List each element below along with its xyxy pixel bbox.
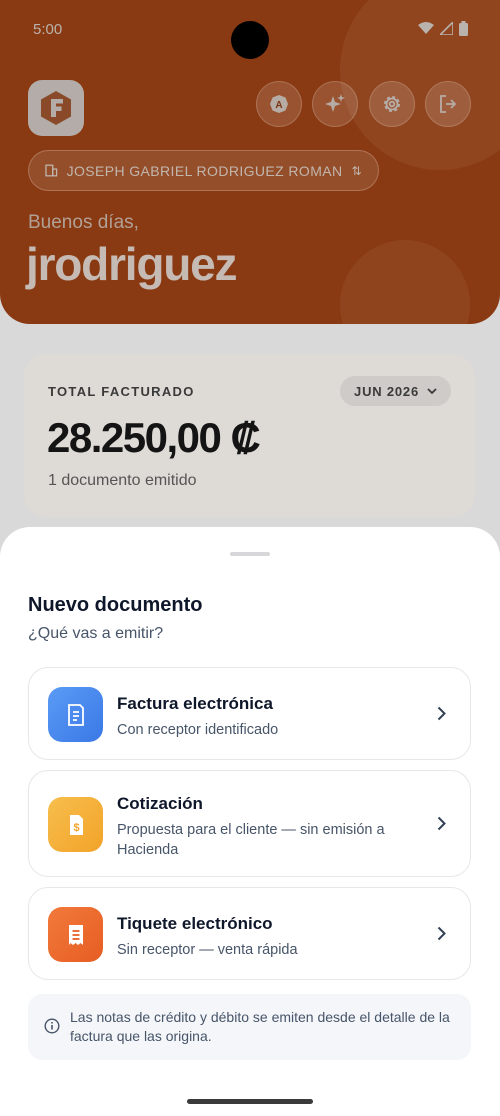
- sheet-title: Nuevo documento: [28, 594, 203, 616]
- signal-icon: [438, 20, 454, 39]
- chevron-down-icon: [427, 387, 437, 394]
- gesture-navigation-bar[interactable]: [187, 1099, 313, 1104]
- home-header: 5:00 A JOSEPH GABRIEL RODRIGUEZ ROMAN ⇅ …: [0, 0, 500, 324]
- option-title: Factura electrónica: [117, 694, 273, 713]
- receipt-icon: [48, 687, 103, 742]
- option-quote[interactable]: $ Cotización Propuesta para el cliente —…: [28, 770, 471, 877]
- settings-button[interactable]: [369, 81, 415, 127]
- option-description: Propuesta para el cliente — sin emisión …: [117, 822, 385, 858]
- option-title: Tiquete electrónico: [117, 914, 273, 933]
- company-selector[interactable]: JOSEPH GABRIEL RODRIGUEZ ROMAN ⇅: [28, 150, 379, 191]
- quote-document-icon: $: [48, 797, 103, 852]
- ai-assistant-button[interactable]: [312, 81, 358, 127]
- chevron-right-icon: [437, 706, 446, 721]
- sparkle-icon: [325, 94, 345, 112]
- invoice-logo-icon: [41, 91, 71, 125]
- sheet-subtitle: ¿Qué vas a emitir?: [28, 625, 164, 642]
- building-icon: [45, 164, 58, 177]
- option-description: Sin receptor — venta rápida: [117, 942, 298, 958]
- translate-icon: A: [270, 95, 288, 113]
- chevron-right-icon: [437, 816, 446, 831]
- ticket-icon: [48, 907, 103, 962]
- option-electronic-invoice[interactable]: Factura electrónica Con receptor identif…: [28, 667, 471, 760]
- gear-icon: [384, 96, 400, 112]
- header-decoration: [340, 240, 470, 324]
- month-selector[interactable]: JUN 2026: [340, 376, 451, 406]
- translate-button[interactable]: A: [256, 81, 302, 127]
- info-note: Las notas de crédito y débito se emiten …: [28, 994, 471, 1060]
- option-electronic-ticket[interactable]: Tiquete electrónico Sin receptor — venta…: [28, 887, 471, 980]
- system-icons: [418, 20, 468, 40]
- info-icon: [44, 1018, 60, 1034]
- logout-button[interactable]: [425, 81, 471, 127]
- battery-icon: [459, 21, 468, 40]
- total-amount: 28.250,00 ₡: [47, 414, 261, 461]
- total-invoiced-card: TOTAL FACTURADO JUN 2026 28.250,00 ₡ 1 d…: [24, 354, 475, 517]
- greeting-text: Buenos días,: [28, 212, 139, 233]
- company-name: JOSEPH GABRIEL RODRIGUEZ ROMAN: [66, 162, 343, 179]
- info-note-text: Las notas de crédito y débito se emiten …: [70, 1009, 450, 1044]
- option-title: Cotización: [117, 794, 203, 813]
- chevron-right-icon: [437, 926, 446, 941]
- sheet-drag-handle[interactable]: [230, 552, 270, 556]
- username: jrodriguez: [26, 238, 238, 290]
- status-bar: 5:00: [0, 0, 500, 60]
- status-time: 5:00: [33, 21, 63, 38]
- option-description: Con receptor identificado: [117, 722, 279, 738]
- app-logo: [28, 80, 84, 136]
- svg-text:$: $: [73, 822, 79, 834]
- logout-icon: [440, 95, 457, 113]
- svg-text:A: A: [275, 100, 282, 111]
- documents-count: 1 documento emitido: [48, 472, 197, 489]
- month-label: JUN 2026: [354, 383, 419, 399]
- new-document-sheet: Nuevo documento ¿Qué vas a emitir? Factu…: [0, 527, 500, 1116]
- wifi-icon: [418, 22, 434, 39]
- total-invoiced-label: TOTAL FACTURADO: [48, 384, 195, 399]
- camera-cutout: [231, 21, 269, 59]
- chevron-updown-icon: ⇅: [351, 163, 362, 178]
